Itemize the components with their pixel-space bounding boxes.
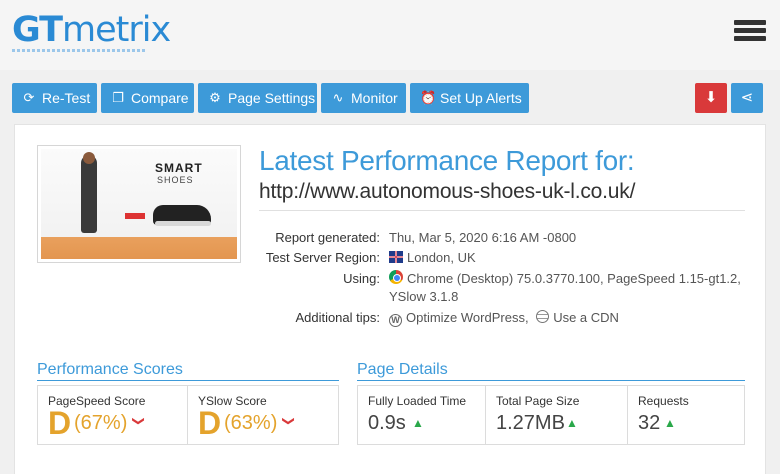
total-page-size: Total Page Size 1.27MB ▲ xyxy=(486,386,628,444)
use-cdn-link[interactable]: Use a CDN xyxy=(553,310,619,325)
report-url[interactable]: http://www.autonomous-shoes-uk-l.co.uk/ xyxy=(259,180,635,204)
page-settings-button[interactable]: ⚙ Page Settings xyxy=(198,83,317,113)
set-up-alerts-button[interactable]: ⏰ Set Up Alerts xyxy=(410,83,529,113)
page-details-title: Page Details xyxy=(357,361,448,378)
divider xyxy=(357,380,745,381)
performance-scores-title: Performance Scores xyxy=(37,361,183,378)
yslow-grade: D xyxy=(198,405,222,441)
pdf-download-button[interactable]: ⬇ xyxy=(695,83,727,113)
page-details-panel: Fully Loaded Time 0.9s ▲ Total Page Size… xyxy=(357,385,745,445)
share-button[interactable]: ⋖ xyxy=(731,83,763,113)
report-toolbar: ⟳ Re-Test ❐ Compare ⚙ Page Settings ∿ Mo… xyxy=(0,83,780,113)
pulse-icon: ∿ xyxy=(332,90,344,105)
requests: Requests 32 ▲ xyxy=(628,386,744,444)
retest-button[interactable]: ⟳ Re-Test xyxy=(12,83,97,113)
report-card: SMART SHOES Latest Performance Report fo… xyxy=(14,124,766,474)
arrow-up-icon: ▲ xyxy=(412,416,424,430)
chevron-down-icon: ❯ xyxy=(132,415,147,427)
hamburger-icon[interactable] xyxy=(734,20,766,48)
compare-button[interactable]: ❐ Compare xyxy=(101,83,194,113)
alarm-clock-icon: ⏰ xyxy=(420,90,437,105)
performance-scores-panel: PageSpeed Score D (67%) ❯ YSlow Score D … xyxy=(37,385,339,445)
refresh-icon: ⟳ xyxy=(23,90,35,105)
thumbnail-cta xyxy=(125,213,145,219)
fully-loaded-time: Fully Loaded Time 0.9s ▲ xyxy=(358,386,486,444)
share-icon: ⋖ xyxy=(740,89,754,106)
thumbnail-runner xyxy=(81,152,97,233)
arrow-up-icon: ▲ xyxy=(664,416,676,430)
copy-icon: ❐ xyxy=(112,90,124,105)
site-screenshot-thumbnail[interactable]: SMART SHOES xyxy=(37,145,241,263)
gtmetrix-logo[interactable]: GTmetrix xyxy=(12,8,171,52)
pagespeed-score[interactable]: PageSpeed Score D (67%) ❯ xyxy=(38,386,188,444)
yslow-score[interactable]: YSlow Score D (63%) ❯ xyxy=(188,386,338,444)
wordpress-icon: W xyxy=(389,314,402,327)
pagespeed-grade: D xyxy=(48,405,72,441)
gear-icon: ⚙ xyxy=(209,90,221,105)
report-title: Latest Performance Report for: xyxy=(259,145,635,176)
thumbnail-shoe xyxy=(153,205,211,226)
monitor-button[interactable]: ∿ Monitor xyxy=(321,83,406,113)
logo-underline xyxy=(12,49,146,52)
arrow-up-icon: ▲ xyxy=(566,416,578,430)
chrome-icon xyxy=(389,270,403,284)
divider xyxy=(259,210,745,211)
uk-flag-icon xyxy=(389,251,403,263)
chevron-down-icon: ❯ xyxy=(282,415,297,427)
pdf-icon: ⬇ xyxy=(704,89,718,106)
optimize-wordpress-link[interactable]: Optimize WordPress, xyxy=(406,310,529,325)
using-row: Using: Chrome (Desktop) 75.0.3770.100, P… xyxy=(343,270,741,304)
globe-icon xyxy=(536,310,550,323)
top-bar: GTmetrix xyxy=(0,0,780,70)
divider xyxy=(37,380,339,381)
